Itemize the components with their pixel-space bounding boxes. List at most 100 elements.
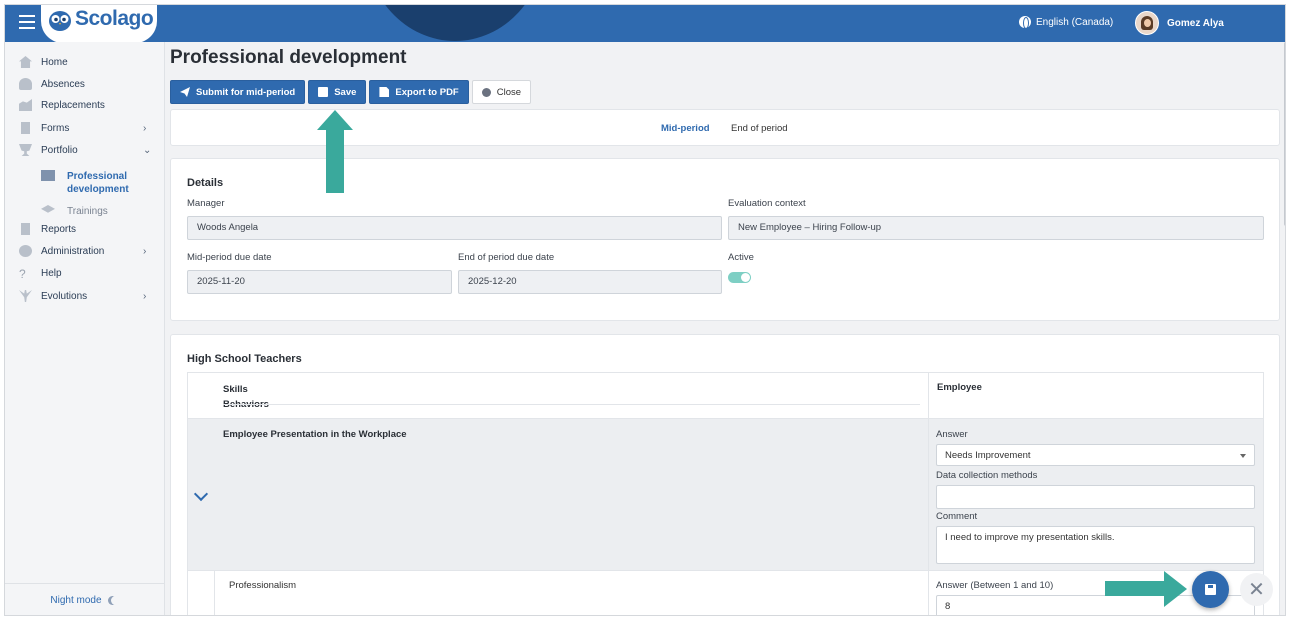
language-label: English (Canada) bbox=[1036, 16, 1114, 28]
absence-icon bbox=[19, 78, 32, 90]
skills-header: Skills bbox=[223, 384, 248, 395]
manager-field[interactable]: Woods Angela bbox=[187, 216, 722, 240]
chevron-down-icon[interactable] bbox=[193, 486, 209, 502]
sidebar-item-label: Help bbox=[41, 267, 62, 279]
answer-select[interactable]: Needs Improvement bbox=[936, 444, 1255, 466]
sidebar-item-absences[interactable]: Absences bbox=[5, 74, 165, 94]
row-title: Employee Presentation in the Workplace bbox=[223, 429, 407, 440]
sidebar-item-label: Absences bbox=[41, 78, 85, 90]
active-toggle[interactable] bbox=[728, 272, 751, 283]
sidebar-item-label: Replacements bbox=[41, 99, 105, 111]
comment-textarea[interactable]: I need to improve my presentation skills… bbox=[936, 526, 1255, 564]
close-icon: ✕ bbox=[1248, 579, 1265, 601]
sidebar-item-forms[interactable]: Forms › bbox=[5, 118, 165, 138]
sidebar-item-label: Professional development bbox=[67, 171, 129, 195]
skills-behaviors-header: Skills Behaviors bbox=[223, 382, 920, 412]
pdf-icon bbox=[379, 87, 390, 97]
brand-name: Scolago bbox=[75, 7, 154, 30]
scrollbar[interactable] bbox=[1284, 42, 1285, 226]
sidebar-item-label: Evolutions bbox=[41, 290, 88, 302]
answer-label: Answer bbox=[936, 429, 968, 440]
sidebar-item-label: Trainings bbox=[67, 206, 108, 217]
menu-icon[interactable] bbox=[19, 15, 35, 31]
avatar bbox=[1135, 11, 1159, 35]
tab-end-of-period[interactable]: End of period bbox=[731, 123, 788, 134]
evaluation-context-label: Evaluation context bbox=[728, 198, 806, 209]
sidebar-item-administration[interactable]: Administration › bbox=[5, 241, 165, 261]
save-icon bbox=[318, 87, 329, 97]
details-heading: Details bbox=[187, 177, 224, 189]
sidebar-item-replacements[interactable]: Replacements bbox=[5, 95, 165, 115]
language-selector[interactable]: English (Canada) bbox=[1019, 16, 1114, 29]
replacement-icon bbox=[19, 99, 32, 111]
data-collection-label: Data collection methods bbox=[936, 470, 1038, 481]
button-label: Submit for mid-period bbox=[196, 86, 296, 98]
sidebar-item-label: Home bbox=[41, 56, 68, 68]
row-title: Professionalism bbox=[229, 580, 297, 591]
employee-answer-cell: Answer Needs Improvement Data collection… bbox=[928, 419, 1263, 570]
user-name: Gomez Alya bbox=[1167, 17, 1224, 29]
close-icon bbox=[481, 87, 491, 97]
floating-save-button[interactable] bbox=[1192, 571, 1229, 608]
sidebar-item-home[interactable]: Home bbox=[5, 52, 165, 72]
header-decoration bbox=[365, 5, 545, 41]
button-label: Save bbox=[334, 86, 357, 98]
chevron-right-icon: › bbox=[143, 122, 147, 134]
mid-period-due-field[interactable]: 2025-11-20 bbox=[187, 270, 452, 294]
chevron-right-icon: › bbox=[143, 290, 147, 302]
close-button[interactable]: Close bbox=[471, 80, 532, 104]
mid-period-due-label: Mid-period due date bbox=[187, 252, 272, 263]
form-icon bbox=[21, 122, 30, 134]
annotation-arrow-up-icon bbox=[317, 110, 353, 194]
chevron-down-icon: ⌄ bbox=[143, 144, 152, 156]
arrow-head bbox=[317, 110, 353, 130]
sidebar-item-evolutions[interactable]: Evolutions › bbox=[5, 286, 165, 306]
moon-icon bbox=[111, 596, 120, 605]
action-toolbar: Submit for mid-period Save Export to PDF… bbox=[170, 80, 532, 104]
app-window: Scolago English (Canada) Gomez Alya Home… bbox=[4, 4, 1286, 616]
arrow-shaft bbox=[1105, 581, 1165, 596]
arrow-shaft bbox=[326, 129, 344, 193]
end-period-due-field[interactable]: 2025-12-20 bbox=[458, 270, 722, 294]
sidebar-item-label: Forms bbox=[41, 122, 70, 134]
column-divider bbox=[928, 373, 929, 419]
save-button[interactable]: Save bbox=[308, 80, 367, 104]
report-icon bbox=[21, 223, 30, 235]
sidebar-item-label: Portfolio bbox=[41, 144, 78, 156]
evaluation-table: Skills Behaviors Employee Employee Prese… bbox=[187, 372, 1264, 615]
presentation-icon bbox=[41, 170, 55, 181]
user-menu[interactable]: Gomez Alya bbox=[1135, 11, 1224, 35]
chevron-right-icon: › bbox=[143, 245, 147, 257]
sidebar-item-portfolio[interactable]: Portfolio ⌄ bbox=[5, 140, 165, 160]
page-title: Professional development bbox=[170, 47, 407, 68]
evaluation-context-field[interactable]: New Employee – Hiring Follow-up bbox=[728, 216, 1264, 240]
home-icon bbox=[19, 56, 32, 68]
question-mark-icon: ? bbox=[19, 267, 26, 281]
table-row: Professionalism Answer (Between 1 and 10… bbox=[188, 571, 1263, 615]
sidebar-item-help[interactable]: ? Help bbox=[5, 263, 165, 283]
night-mode-label: Night mode bbox=[50, 595, 102, 606]
floating-close-button[interactable]: ✕ bbox=[1240, 573, 1273, 606]
manager-label: Manager bbox=[187, 198, 225, 209]
table-header: Skills Behaviors Employee bbox=[188, 373, 1263, 419]
submit-mid-period-button[interactable]: Submit for mid-period bbox=[170, 80, 306, 104]
logo[interactable]: Scolago bbox=[41, 5, 157, 42]
section-heading: High School Teachers bbox=[187, 353, 302, 365]
night-mode-toggle[interactable]: Night mode bbox=[5, 583, 165, 615]
data-collection-input[interactable] bbox=[936, 485, 1255, 509]
globe-icon bbox=[1019, 16, 1031, 29]
sidebar-item-label: Administration bbox=[41, 245, 105, 257]
comment-label: Comment bbox=[936, 511, 978, 522]
send-icon bbox=[180, 87, 190, 97]
dropdown-caret-icon bbox=[1240, 454, 1246, 458]
sidebar-item-reports[interactable]: Reports bbox=[5, 219, 165, 239]
export-pdf-button[interactable]: Export to PDF bbox=[369, 80, 469, 104]
active-label: Active bbox=[728, 252, 754, 263]
sidebar-item-label: Reports bbox=[41, 223, 77, 235]
tab-mid-period[interactable]: Mid-period bbox=[661, 123, 710, 134]
answer-range-label: Answer (Between 1 and 10) bbox=[936, 580, 1054, 591]
answer-value: Needs Improvement bbox=[945, 450, 1031, 461]
annotation-arrow-right-icon bbox=[1105, 571, 1187, 607]
graduation-cap-icon bbox=[41, 205, 55, 213]
employee-header: Employee bbox=[937, 382, 982, 393]
